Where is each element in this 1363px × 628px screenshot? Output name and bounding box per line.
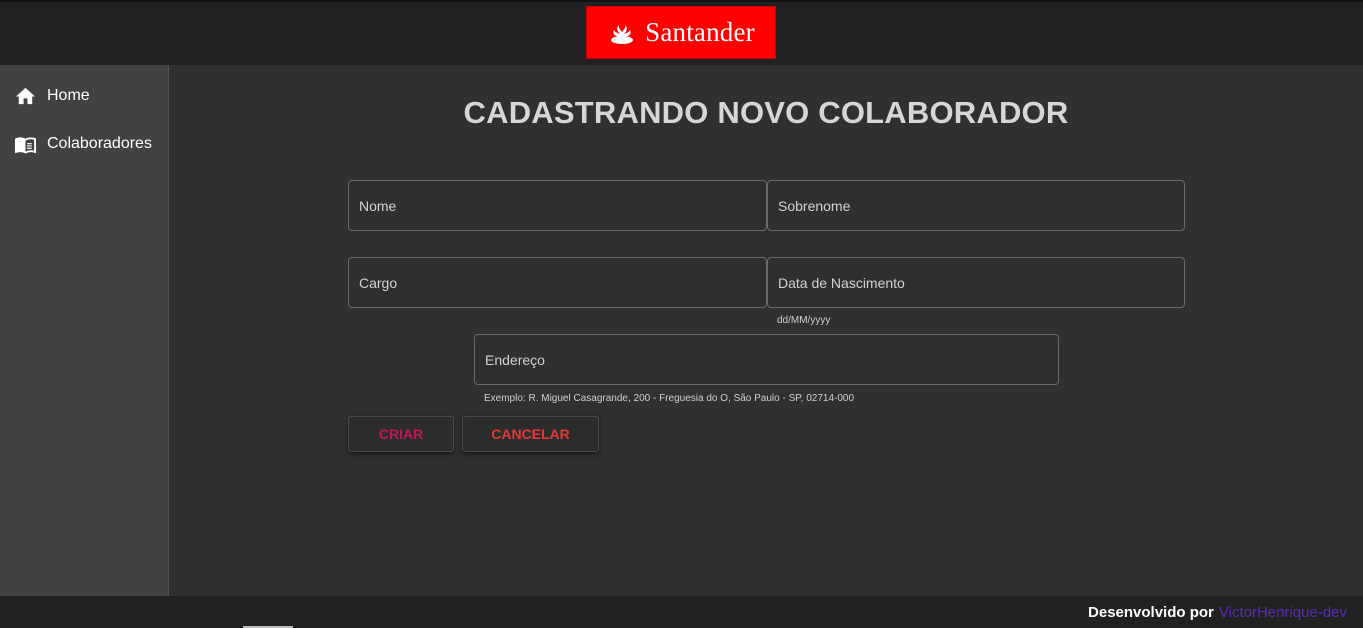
logo-text: Santander	[645, 17, 755, 47]
footer-text: Desenvolvido por	[1088, 603, 1214, 621]
sobrenome-field	[767, 180, 1185, 231]
endereco-hint: Exemplo: R. Miguel Casagrande, 200 - Fre…	[484, 393, 855, 404]
nascimento-field	[767, 257, 1185, 308]
cargo-input[interactable]	[349, 258, 766, 307]
nascimento-hint: dd/MM/yyyy	[777, 315, 831, 326]
sidebar-item-label: Colaboradores	[47, 135, 152, 152]
nome-field	[348, 180, 767, 231]
main-content: CADASTRANDO NOVO COLABORADOR dd/MM/yyyy …	[169, 65, 1363, 596]
santander-flame-icon	[611, 20, 634, 44]
nascimento-input[interactable]	[768, 258, 1184, 307]
sidebar-item-home[interactable]: Home	[0, 76, 168, 116]
sidebar-item-label: Home	[47, 87, 90, 104]
cancel-button[interactable]: CANCELAR	[462, 416, 599, 452]
nome-input[interactable]	[349, 181, 766, 230]
top-bar: Santander	[0, 0, 1363, 65]
footer-author-link[interactable]: VictorHenrique-dev	[1219, 604, 1347, 621]
sidebar: Home Colaboradores	[0, 65, 169, 596]
santander-logo[interactable]: Santander	[586, 6, 776, 59]
home-icon	[15, 87, 36, 104]
endereco-field	[474, 334, 1059, 385]
cargo-field	[348, 257, 767, 308]
sobrenome-input[interactable]	[768, 181, 1184, 230]
footer: Desenvolvido por VictorHenrique-dev	[0, 596, 1363, 628]
create-button[interactable]: CRIAR	[348, 416, 454, 452]
page-title: CADASTRANDO NOVO COLABORADOR	[463, 95, 1069, 130]
endereco-input[interactable]	[475, 335, 1058, 384]
book-icon	[14, 136, 37, 154]
sidebar-item-colaboradores[interactable]: Colaboradores	[0, 124, 168, 164]
